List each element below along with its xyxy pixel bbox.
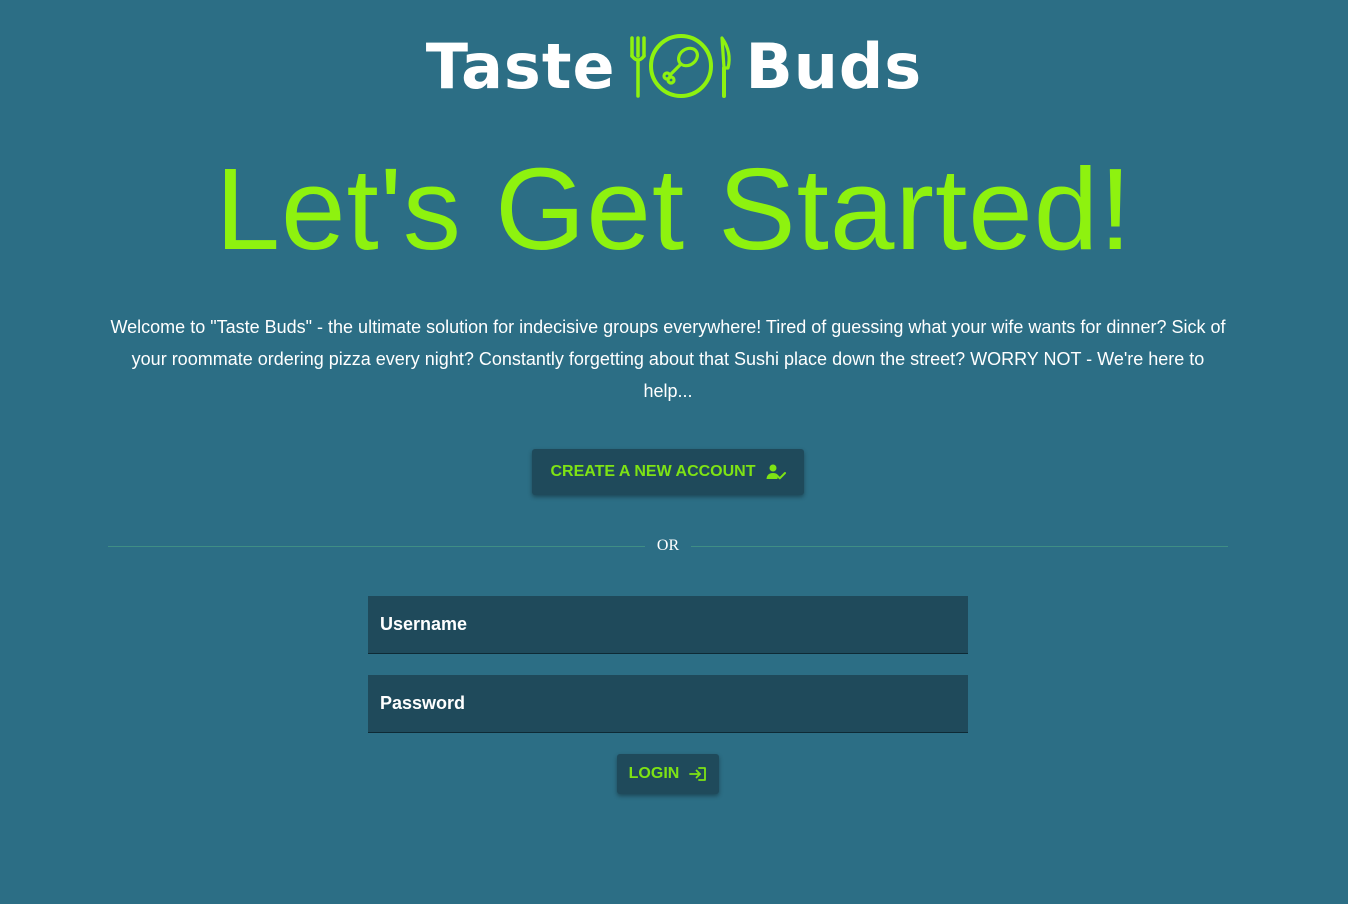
or-divider: OR: [108, 536, 1229, 556]
divider-line-left: [108, 545, 645, 547]
create-account-button[interactable]: CREATE A NEW ACCOUNT: [532, 449, 804, 495]
logo-word-buds: Buds: [745, 30, 923, 103]
fork-plate-knife-icon: [622, 32, 740, 102]
password-input[interactable]: [368, 675, 968, 732]
username-field-container: [368, 596, 968, 654]
divider-line-right: [691, 545, 1229, 547]
user-check-icon: [766, 463, 786, 481]
create-account-label: CREATE A NEW ACCOUNT: [550, 463, 756, 480]
login-label: LOGIN: [628, 765, 680, 782]
username-input[interactable]: [368, 596, 968, 653]
logo-word-taste: Taste: [425, 30, 616, 103]
login-button[interactable]: LOGIN: [617, 754, 719, 794]
divider-label: OR: [656, 537, 680, 554]
password-field-container: [368, 675, 968, 733]
landing-page: Taste Buds Let's Get Started! Welcome to…: [0, 0, 1348, 904]
login-arrow-icon: [689, 766, 707, 782]
intro-text: Welcome to "Taste Buds" - the ultimate s…: [110, 317, 1226, 401]
page-title: Let's Get Started!: [215, 144, 1133, 274]
brand-logo: Taste Buds: [0, 32, 1348, 102]
